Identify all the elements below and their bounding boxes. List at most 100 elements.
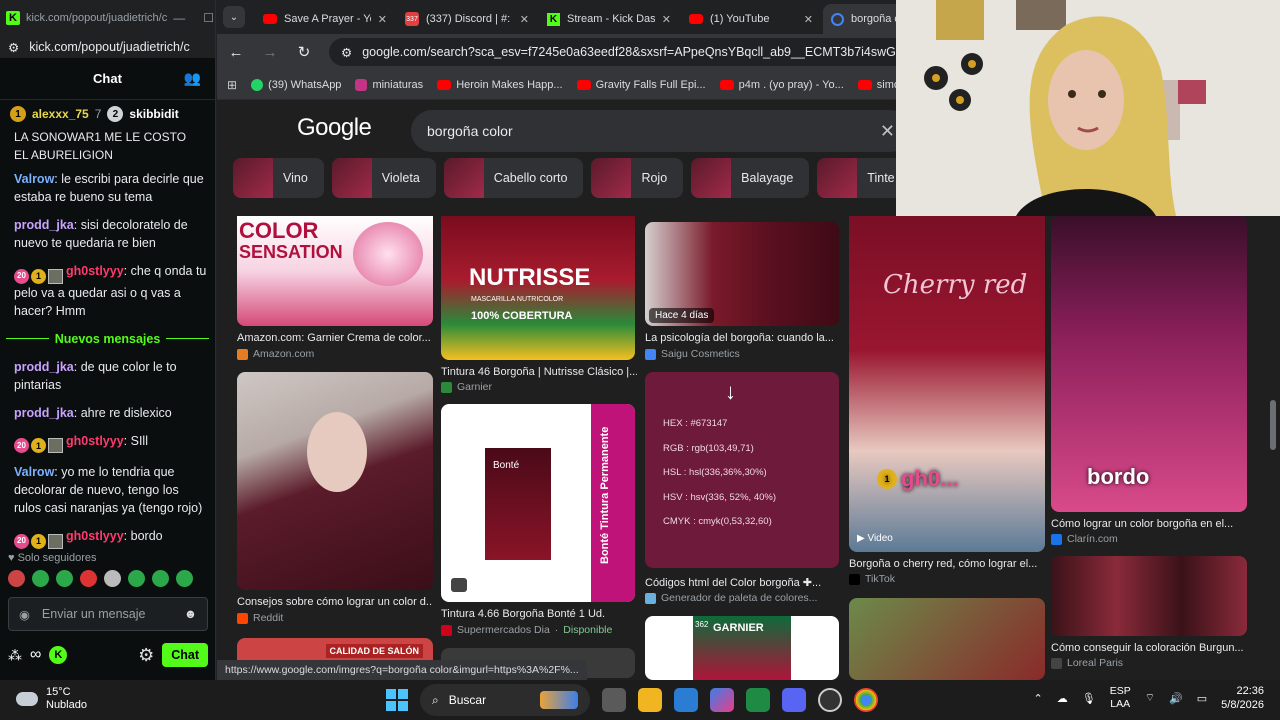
result-caption[interactable]: Consejos sobre cómo lograr un color d... — [237, 596, 433, 608]
chat-username[interactable]: prodd_jka — [14, 360, 74, 374]
chevron-up-icon[interactable]: ⌃ — [1034, 692, 1043, 705]
result-caption[interactable]: Cómo conseguir la coloración Burgun... — [1051, 642, 1247, 654]
result-source[interactable]: Loreal Paris — [1051, 657, 1123, 669]
clear-search-icon[interactable]: ✕ — [880, 121, 895, 142]
result-source[interactable]: Reddit — [237, 612, 283, 624]
battery-icon[interactable]: ▭ — [1197, 692, 1207, 705]
maximize-button[interactable]: ☐ — [203, 11, 214, 25]
clock[interactable]: 22:36 5/8/2026 — [1221, 684, 1264, 712]
chip-cabello-corto[interactable]: Cabello corto — [443, 158, 584, 198]
chip-violeta[interactable]: Violeta — [331, 158, 436, 198]
result-image-burgundy-fashion[interactable]: Hace 4 días — [645, 222, 839, 326]
chip-rojo[interactable]: Rojo — [591, 158, 684, 198]
result-source[interactable]: Supermercados Dia · Disponible — [441, 624, 612, 636]
result-caption[interactable]: Cómo lograr un color borgoña en el... — [1051, 518, 1247, 530]
result-caption[interactable]: Borgoña o cherry red, cómo lograr el... — [849, 558, 1045, 570]
tab-kick-stream[interactable]: K Stream - Kick Dasl ✕ — [539, 4, 679, 34]
gear-icon[interactable]: ⚙ — [138, 645, 154, 666]
chip-balayage[interactable]: Balayage — [691, 158, 810, 198]
weather-widget[interactable]: 15°C Nublado — [16, 686, 87, 712]
result-source[interactable]: Saigu Cosmetics — [645, 348, 740, 360]
pinned-user-1[interactable]: alexxx_75 — [32, 107, 89, 121]
bookmark-miniaturas[interactable]: miniaturas — [355, 78, 423, 91]
back-arrow-icon[interactable]: ← — [227, 44, 245, 61]
minimize-button[interactable]: — — [173, 11, 185, 25]
emote-icon[interactable] — [8, 570, 25, 587]
task-view-icon[interactable] — [602, 688, 626, 712]
result-caption[interactable]: Tintura 4.66 Borgoña Bonté 1 Ud. — [441, 608, 637, 620]
user-list-icon[interactable]: 👥 — [184, 70, 201, 87]
windows-start-icon[interactable] — [386, 689, 408, 711]
chat-username[interactable]: gh0stlyyy — [66, 434, 124, 448]
tab-discord[interactable]: 337 (337) Discord | #: ✕ — [397, 4, 537, 34]
chat-username[interactable]: Valrow — [14, 465, 54, 479]
pinned-user-2[interactable]: skibbidit — [129, 107, 178, 121]
result-source[interactable]: TikTok — [849, 573, 895, 585]
kick-logo-icon[interactable]: K — [49, 646, 68, 664]
close-tab-icon[interactable]: ✕ — [804, 13, 813, 26]
close-tab-icon[interactable]: ✕ — [662, 13, 671, 26]
result-image-garnier-color-sensation[interactable]: COLOR SENSATION — [237, 216, 433, 326]
infinity-icon[interactable]: ∞ — [30, 646, 41, 664]
emote-icon[interactable] — [176, 570, 193, 587]
emote-icon[interactable] — [32, 570, 49, 587]
apps-grid-icon[interactable]: ⊞ — [227, 78, 237, 92]
emoji-picker-icon[interactable]: ☻ — [184, 607, 197, 621]
site-settings-icon[interactable]: ⚙ — [8, 40, 19, 55]
obs-icon[interactable] — [818, 688, 842, 712]
forward-arrow-icon[interactable]: → — [261, 44, 279, 61]
search-input[interactable]: borgoña color ✕ — [411, 110, 911, 152]
dots-icon[interactable]: ⁂ — [8, 647, 22, 664]
result-source[interactable]: Clarín.com — [1051, 533, 1118, 545]
excel-icon[interactable] — [746, 688, 770, 712]
emote-icon[interactable] — [128, 570, 145, 587]
tab-youtube[interactable]: (1) YouTube ✕ — [681, 4, 821, 34]
result-source[interactable]: Garnier — [441, 381, 492, 393]
result-caption[interactable]: Tintura 46 Borgoña | Nutrisse Clásico |.… — [441, 366, 637, 378]
result-caption[interactable]: La psicología del borgoña: cuando la... — [645, 332, 841, 344]
tab-save-a-prayer[interactable]: Save A Prayer - Yo ✕ — [255, 4, 395, 34]
site-info-icon[interactable]: ⚙ — [341, 45, 352, 60]
result-image-curls-grid[interactable] — [1051, 556, 1247, 636]
copilot-icon[interactable] — [710, 688, 734, 712]
result-image-cherry-red[interactable]: Cherry red ▶ Video — [849, 216, 1045, 552]
chat-send-button[interactable]: Chat — [162, 643, 208, 667]
chip-vino[interactable]: Vino — [233, 158, 324, 198]
bookmark-gravity-falls[interactable]: Gravity Falls Full Epi... — [576, 79, 706, 91]
chat-username[interactable]: gh0stlyyy — [66, 264, 124, 278]
result-caption[interactable]: Códigos html del Color borgoña ✚... — [645, 576, 841, 589]
result-image-nutrisse[interactable]: NUTRISSE MASCARILLA NUTRICOLOR 100% COBE… — [441, 216, 635, 360]
wifi-icon[interactable]: ⌔ — [1145, 691, 1155, 705]
close-tab-icon[interactable]: ✕ — [520, 13, 529, 26]
result-caption[interactable]: Amazon.com: Garnier Crema de color... — [237, 332, 433, 344]
emote-icon[interactable] — [152, 570, 169, 587]
discord-icon[interactable] — [782, 688, 806, 712]
bookmark-whatsapp[interactable]: (39) WhatsApp — [251, 78, 341, 91]
chat-message-list[interactable]: LA SONOWAR1 ME LE COSTO EL ABURELIGION V… — [0, 128, 215, 549]
result-image-green-red[interactable] — [849, 598, 1045, 680]
result-source[interactable]: Amazon.com — [237, 348, 314, 360]
microphone-icon[interactable]: 🎙 — [1082, 692, 1096, 705]
message-input[interactable]: ◉ Enviar un mensaje ☻ — [8, 597, 208, 631]
file-explorer-icon[interactable] — [638, 688, 662, 712]
google-logo[interactable]: Google — [297, 114, 372, 142]
chat-username[interactable]: Valrow — [14, 172, 54, 186]
bookmark-heroin[interactable]: Heroin Makes Happ... — [437, 79, 563, 91]
emote-icon[interactable] — [104, 570, 121, 587]
result-source[interactable]: Generador de paleta de colores... — [645, 592, 817, 604]
chat-username[interactable]: prodd_jka — [14, 406, 74, 420]
chat-username[interactable]: prodd_jka — [14, 218, 74, 232]
page-scrollbar[interactable] — [1270, 400, 1276, 450]
reload-icon[interactable]: ↻ — [295, 43, 313, 61]
bookmark-p4m[interactable]: p4m . (yo pray) - Yo... — [719, 79, 844, 91]
language-indicator[interactable]: ESP LAA — [1110, 685, 1131, 711]
result-image-girl-burgundy-hair[interactable] — [237, 372, 433, 590]
onedrive-icon[interactable]: ☁ — [1057, 692, 1068, 705]
close-tab-icon[interactable]: ✕ — [378, 13, 387, 26]
chrome-icon[interactable] — [854, 688, 878, 712]
word-icon[interactable] — [674, 688, 698, 712]
volume-icon[interactable]: 🔊 — [1169, 692, 1183, 705]
emote-row[interactable] — [8, 570, 193, 587]
kick-url-bar[interactable]: ⚙ kick.com/popout/juadietrich/c — [0, 36, 215, 58]
result-image-hex-codes[interactable]: ↓ HEX : #673147 RGB : rgb(103,49,71) HSL… — [645, 372, 839, 568]
